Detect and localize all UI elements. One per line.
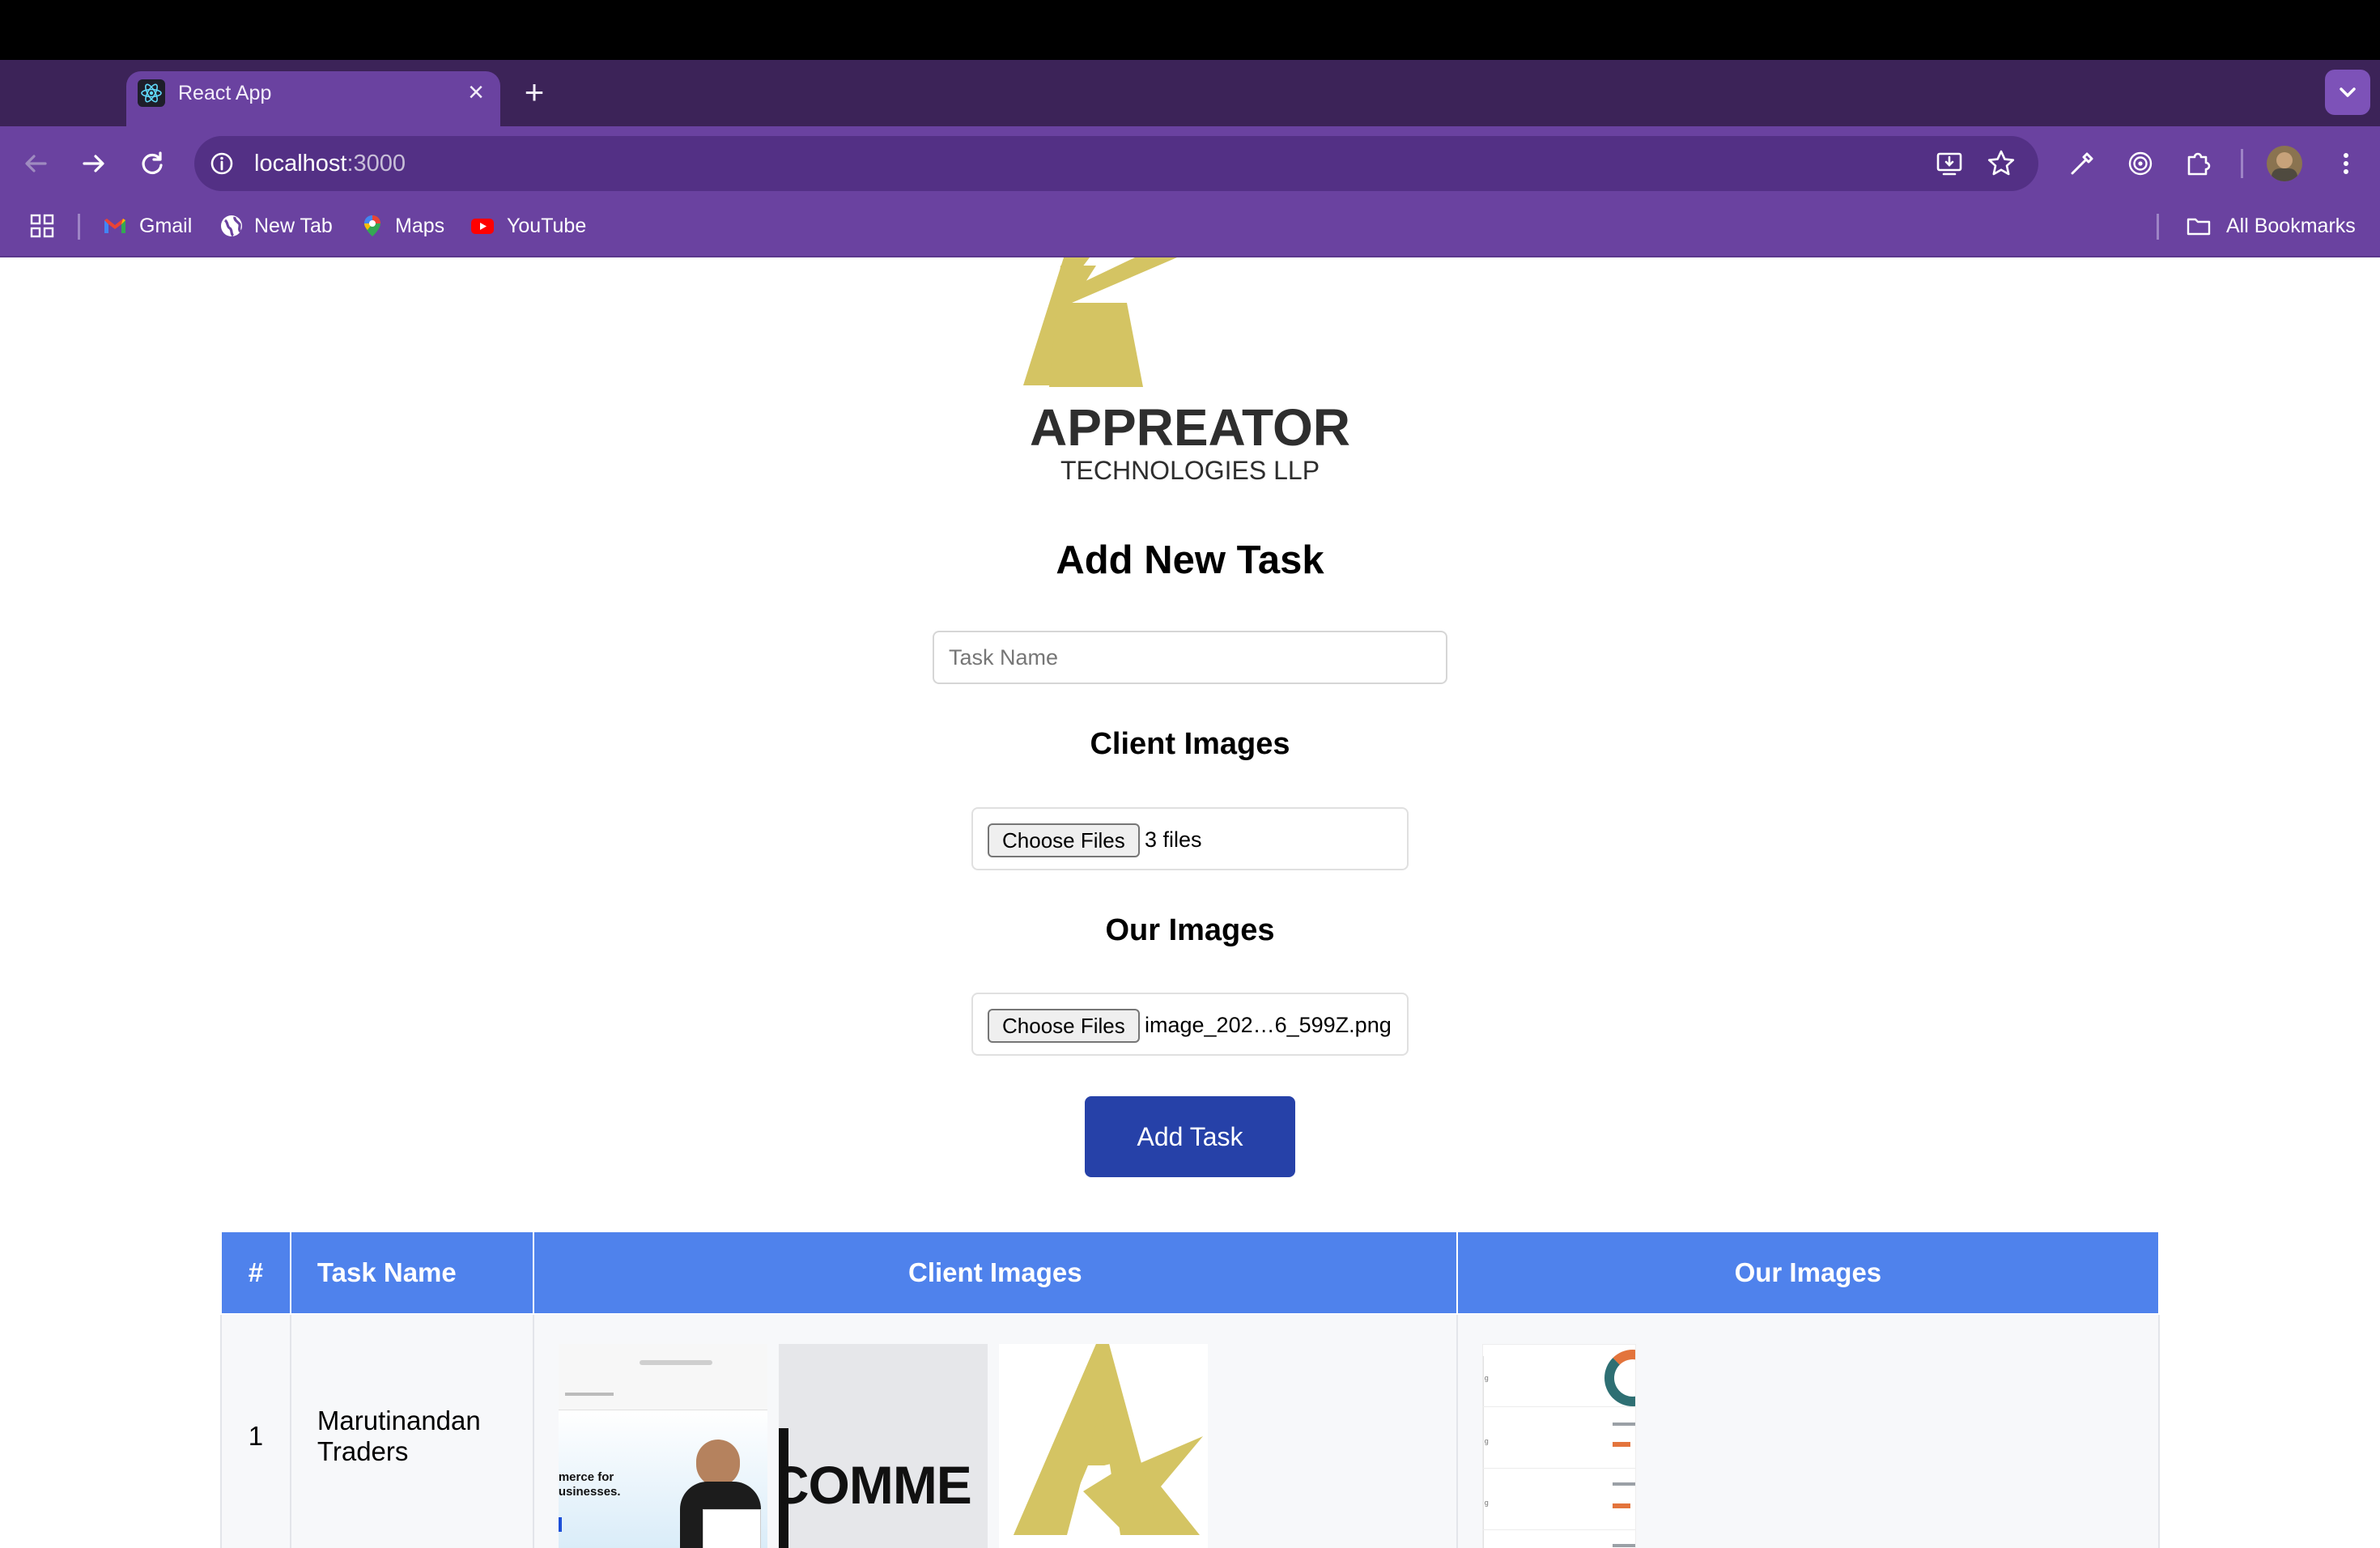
reload-icon[interactable] [134,146,170,181]
client-images-selected: 3 files [1145,827,1202,852]
extensions-icon[interactable] [2181,146,2216,181]
thumbnail-text-2: usinesses. [558,1485,621,1499]
our-images-file-input: Choose Files image_202…6_599Z.png [971,993,1409,1056]
avatar[interactable] [2267,146,2302,181]
more-options-icon[interactable] [2328,146,2364,181]
address-bar[interactable] [194,136,2038,191]
youtube-icon [471,219,494,234]
client-image-thumbnail[interactable]: merce for usinesses. [558,1344,767,1548]
our-images-selected: image_202…6_599Z.png [1145,1013,1392,1037]
table-row: 1 Marutinandan Traders merce for usiness… [220,1313,2161,1548]
bookmark-new-tab[interactable]: New Tab [254,214,333,238]
tasks-table: # Task Name Client Images Our Images 1 M… [220,1231,2161,1548]
table-header-row: # Task Name Client Images Our Images [220,1231,2161,1315]
thumbnail-text-1: merce for [558,1470,614,1484]
our-image-thumbnail[interactable]: g g g [1481,1344,1636,1548]
bookmark-star-icon[interactable] [1983,146,2019,181]
bookmarks-divider [78,214,80,240]
react-icon [138,79,165,107]
logo-brand: APPREATOR [1030,398,1350,457]
logo-tagline: TECHNOLOGIES LLP [1060,456,1320,484]
browser-window: React App × + localhost:3000 Gmail New T… [0,0,2380,1548]
target-icon[interactable] [2123,146,2158,181]
site-info-icon[interactable] [204,146,240,181]
close-tab-icon[interactable]: × [461,78,491,107]
forward-icon[interactable] [76,146,112,181]
apps-grid-icon[interactable] [29,213,55,239]
client-image-thumbnail[interactable] [998,1344,1208,1548]
appreator-logo: APPREATOR TECHNOLOGIES LLP [1023,257,1350,484]
thumbnail-text-3: COMME [778,1455,972,1515]
bookmark-youtube[interactable]: YouTube [507,214,586,238]
page-title: Add New Task [1056,538,1324,582]
our-images-heading: Our Images [1105,913,1275,947]
client-images-file-input: Choose Files 3 files [971,807,1409,870]
folder-icon [2187,218,2211,236]
bookmark-maps[interactable]: Maps [395,214,444,238]
all-bookmarks[interactable]: All Bookmarks [2226,214,2356,238]
task-name-line-2: Traders [317,1436,409,1466]
task-name-input[interactable] [933,631,1447,684]
tab-title: React App [178,82,272,104]
bookmarks-divider-right [2157,214,2159,240]
system-menu-bar [0,0,2380,60]
bookmarks-bar [0,194,2380,257]
column-header-our-images: Our Images [1456,1231,2161,1315]
globe-icon [221,215,242,237]
add-task-button[interactable]: Add Task [1085,1096,1295,1177]
client-images-choose-files-button[interactable]: Choose Files [988,823,1140,857]
client-images-heading: Client Images [1090,727,1290,761]
column-header-task-name: Task Name [289,1231,534,1315]
toolbar-divider [2241,149,2243,178]
appreator-logo-thumbnail [1013,1344,1203,1535]
maps-icon [364,215,380,236]
tab-search-button[interactable] [2325,70,2370,115]
row-client-images: merce for usinesses. COMME [532,1313,1458,1548]
row-our-images: g g g [1456,1313,2161,1548]
install-app-icon[interactable] [1932,146,1967,181]
row-number: 1 [220,1313,291,1548]
column-header-number: # [220,1231,291,1315]
gmail-icon [104,219,125,233]
client-image-thumbnail[interactable]: COMME [778,1344,988,1548]
url-port: :3000 [346,151,406,176]
eyedropper-icon[interactable] [2064,146,2100,181]
row-task-name: Marutinandan Traders [289,1313,534,1548]
our-images-choose-files-button[interactable]: Choose Files [988,1009,1140,1043]
column-header-client-images: Client Images [532,1231,1458,1315]
task-name-line-1: Marutinandan [317,1406,481,1435]
url-host: localhost [254,151,347,176]
back-icon[interactable] [18,146,53,181]
new-tab-icon[interactable]: + [518,75,550,109]
url-text: localhost:3000 [254,150,406,177]
bookmark-gmail[interactable]: Gmail [139,214,192,238]
chevron-down-icon [2340,87,2356,97]
